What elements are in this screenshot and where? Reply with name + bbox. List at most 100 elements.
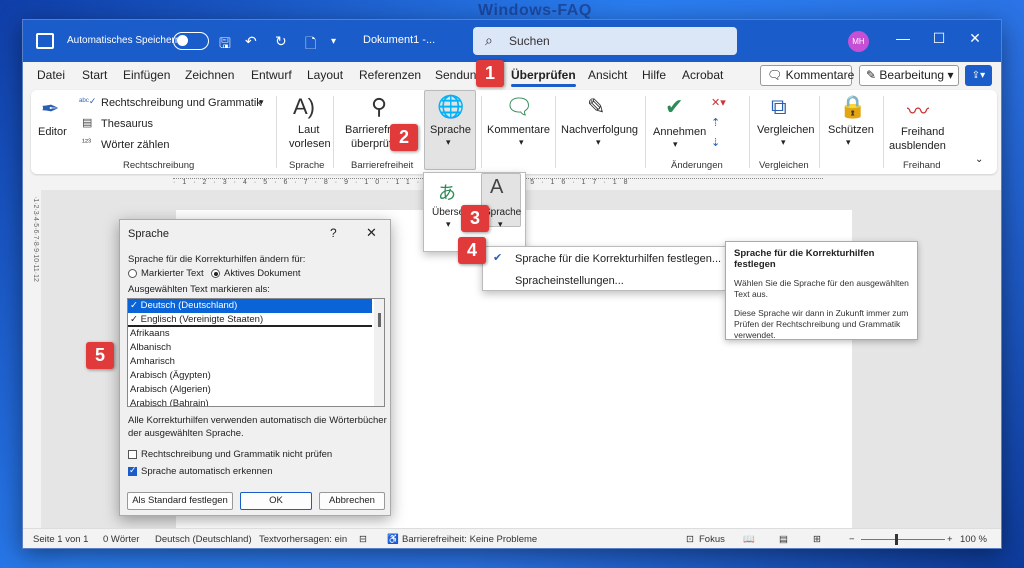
chevron-down-icon[interactable]: ▾: [781, 137, 786, 148]
ok-button[interactable]: OK: [240, 492, 312, 510]
language-listbox[interactable]: ✓ Deutsch (Deutschland) ✓ Englisch (Vere…: [127, 298, 385, 407]
focus-icon: ⊡: [686, 534, 694, 545]
search-box[interactable]: ⌕ Suchen: [473, 27, 737, 55]
tab-ueberpruefen[interactable]: Überprüfen: [511, 68, 576, 87]
accessibility-label-2[interactable]: überprüf: [351, 138, 392, 150]
chevron-down-icon[interactable]: ▾: [596, 137, 601, 148]
set-proofing-language-item[interactable]: Sprache für die Korrekturhilfen festlege…: [515, 253, 721, 265]
language-settings-item[interactable]: Spracheinstellungen...: [515, 275, 624, 287]
avatar[interactable]: MH: [848, 31, 869, 52]
status-page[interactable]: Seite 1 von 1: [33, 534, 88, 545]
no-proofing-checkbox[interactable]: [128, 450, 137, 459]
radio-selected-text-label[interactable]: Markierter Text: [141, 268, 204, 279]
list-item[interactable]: Amharisch: [128, 355, 372, 369]
no-proofing-label[interactable]: Rechtschreibung und Grammatik nicht prüf…: [141, 449, 332, 460]
scrollbar-thumb[interactable]: [378, 313, 381, 327]
next-change-icon[interactable]: ⇣: [711, 136, 720, 149]
list-item[interactable]: Arabisch (Ägypten): [128, 369, 372, 383]
word-count-button[interactable]: Wörter zählen: [101, 139, 169, 151]
tab-zeichnen[interactable]: Zeichnen: [185, 68, 234, 82]
protect-button[interactable]: Schützen: [828, 124, 874, 136]
tracking-button[interactable]: Nachverfolgung: [561, 124, 638, 136]
redo-icon[interactable]: ↻: [275, 33, 287, 50]
list-item[interactable]: ✓ Deutsch (Deutschland): [128, 299, 372, 313]
spelling-grammar-button[interactable]: Rechtschreibung und Grammatik: [101, 97, 262, 109]
dialog-close-icon[interactable]: ✕: [366, 225, 377, 241]
status-word-count[interactable]: 0 Wörter: [103, 534, 139, 545]
auto-detect-label[interactable]: Sprache automatisch erkennen: [141, 466, 273, 477]
editing-mode-button[interactable]: ✎ Bearbeitung ▾: [859, 65, 959, 86]
comment-icon: 🗨: [505, 94, 533, 119]
tab-hilfe[interactable]: Hilfe: [642, 68, 666, 82]
read-aloud-icon: A): [293, 94, 315, 119]
search-icon: ⌕: [485, 32, 493, 48]
chevron-down-icon[interactable]: ▾: [673, 139, 678, 150]
read-aloud-label-1[interactable]: Laut: [298, 124, 319, 136]
macro-icon[interactable]: ⊟: [359, 534, 367, 545]
set-default-button[interactable]: Als Standard festlegen: [127, 492, 233, 510]
share-button[interactable]: ⇪▾: [965, 65, 992, 86]
collapse-ribbon-icon[interactable]: ⌄: [975, 154, 983, 165]
autosave-toggle[interactable]: [173, 32, 209, 50]
ink-hide-label-1[interactable]: Freihand: [901, 126, 944, 138]
reject-icon[interactable]: ✕▾: [711, 96, 726, 109]
tab-einfuegen[interactable]: Einfügen: [123, 68, 170, 82]
list-item[interactable]: Afrikaans: [128, 327, 372, 341]
compare-button[interactable]: Vergleichen: [757, 124, 815, 136]
listbox-scrollbar[interactable]: [374, 299, 384, 406]
ribbon-divider: [749, 96, 750, 168]
chevron-down-icon[interactable]: ▾: [846, 137, 851, 148]
status-zoom[interactable]: 100 %: [960, 534, 987, 545]
print-layout-icon[interactable]: ▤: [779, 534, 788, 545]
read-aloud-label-2[interactable]: vorlesen: [289, 138, 331, 150]
step-badge-3: 3: [461, 205, 489, 232]
read-mode-icon[interactable]: 📖: [743, 534, 755, 545]
radio-active-document-label[interactable]: Aktives Dokument: [224, 268, 301, 279]
list-item[interactable]: Albanisch: [128, 341, 372, 355]
customize-toolbar-icon[interactable]: ▾: [331, 36, 336, 47]
list-item[interactable]: Arabisch (Algerien): [128, 383, 372, 397]
new-document-icon[interactable]: 🗋: [305, 33, 316, 57]
tab-referenzen[interactable]: Referenzen: [359, 68, 421, 82]
cancel-button[interactable]: Abbrechen: [319, 492, 385, 510]
editor-button[interactable]: Editor: [38, 126, 67, 138]
comments-button[interactable]: Kommentare: [487, 124, 550, 136]
spellcheck-icon: ✓: [130, 300, 141, 311]
undo-icon[interactable]: ↶: [245, 33, 257, 50]
minimize-icon[interactable]: —: [893, 30, 913, 46]
web-layout-icon[interactable]: ⊞: [813, 534, 821, 545]
tab-sendungen[interactable]: Sendun: [435, 68, 476, 82]
comments-toolbar-button[interactable]: 🗨 Kommentare: [760, 65, 854, 86]
close-icon[interactable]: ✕: [965, 30, 985, 47]
tab-layout[interactable]: Layout: [307, 68, 343, 82]
tab-ansicht[interactable]: Ansicht: [588, 68, 627, 82]
tab-entwurf[interactable]: Entwurf: [251, 68, 292, 82]
status-accessibility[interactable]: Barrierefreiheit: Keine Probleme: [402, 534, 537, 545]
previous-change-icon[interactable]: ⇡: [711, 116, 720, 129]
save-icon[interactable]: 🖫: [219, 33, 231, 57]
zoom-slider[interactable]: [861, 539, 945, 540]
dialog-title: Sprache: [128, 228, 169, 240]
chevron-down-icon[interactable]: ▾: [519, 137, 524, 148]
ink-hide-label-2[interactable]: ausblenden: [889, 140, 946, 152]
maximize-icon[interactable]: ☐: [929, 30, 949, 47]
radio-selected-text[interactable]: [128, 269, 137, 278]
tab-start[interactable]: Start: [82, 68, 107, 82]
list-item[interactable]: ✓ Englisch (Vereinigte Staaten): [128, 313, 372, 327]
radio-active-document[interactable]: [211, 269, 220, 278]
help-button[interactable]: ?: [330, 226, 337, 240]
status-text-predictions[interactable]: Textvorhersagen: ein: [259, 534, 347, 545]
status-language[interactable]: Deutsch (Deutschland): [155, 534, 252, 545]
zoom-in-icon[interactable]: +: [947, 534, 953, 545]
zoom-out-icon[interactable]: −: [849, 534, 855, 545]
status-focus[interactable]: Fokus: [699, 534, 725, 545]
zoom-slider-thumb[interactable]: [895, 534, 898, 545]
chevron-down-icon[interactable]: ▾: [259, 97, 264, 108]
thesaurus-button[interactable]: Thesaurus: [101, 118, 153, 130]
list-item[interactable]: Arabisch (Bahrain): [128, 397, 372, 406]
auto-detect-checkbox[interactable]: [128, 465, 137, 476]
tab-datei[interactable]: Datei: [37, 68, 65, 82]
list-item-label: Englisch (Vereinigte Staaten): [140, 314, 264, 325]
tab-acrobat[interactable]: Acrobat: [682, 68, 723, 82]
accept-button[interactable]: Annehmen: [653, 126, 706, 138]
